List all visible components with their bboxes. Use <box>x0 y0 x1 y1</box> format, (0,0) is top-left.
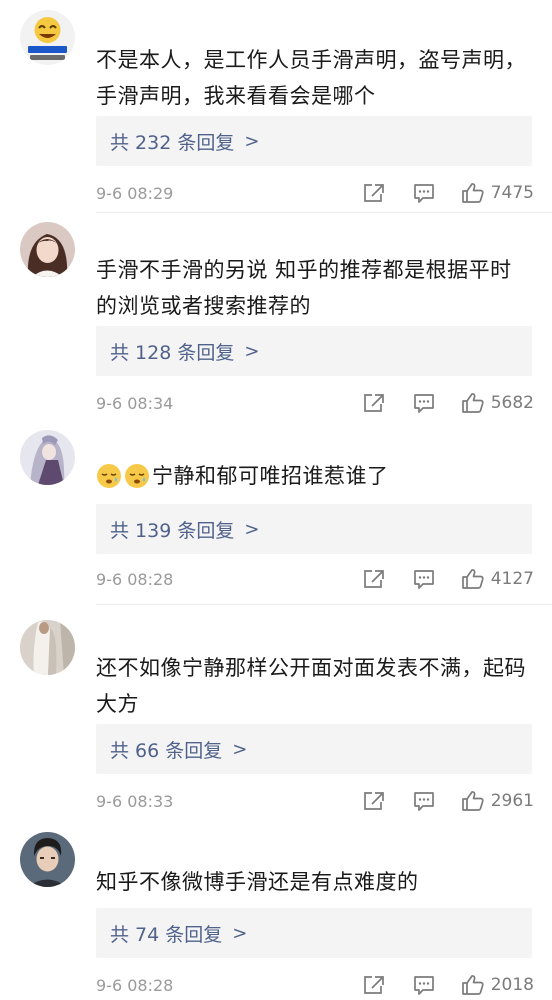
chevron-right-icon: > <box>232 922 248 944</box>
share-button[interactable] <box>363 791 385 811</box>
timestamp: 9-6 08:33 <box>96 791 174 811</box>
share-icon <box>363 792 384 810</box>
thumbs-up-icon <box>461 393 484 413</box>
share-icon <box>363 394 384 412</box>
comment-icon <box>413 975 434 995</box>
timestamp: 9-6 08:29 <box>96 183 174 203</box>
reply-button[interactable] <box>413 183 435 204</box>
comment-icon <box>413 183 434 203</box>
view-replies-button[interactable]: 共 128 条回复 > <box>96 326 532 376</box>
share-button[interactable] <box>363 183 385 203</box>
thumbs-up-icon <box>461 183 484 203</box>
view-replies-button[interactable]: 共 139 条回复 > <box>96 504 532 554</box>
reply-count: 共 139 条回复 <box>110 519 235 542</box>
share-button[interactable] <box>363 393 385 413</box>
divider <box>96 212 552 213</box>
comment-meta: 9-6 08:34 5682 <box>96 390 534 416</box>
like-button[interactable]: 5682 <box>461 392 534 414</box>
comment-icon <box>413 569 434 589</box>
comment-icon <box>413 393 434 413</box>
reply-count: 共 74 条回复 <box>110 923 223 946</box>
share-icon <box>363 976 384 994</box>
comment-text: 还不如像宁静那样公开面对面发表不满，起码大方 <box>96 656 526 716</box>
timestamp: 9-6 08:28 <box>96 975 174 995</box>
comment-meta: 9-6 08:33 2961 <box>96 788 534 814</box>
thumbs-up-icon <box>461 791 484 811</box>
like-count: 5682 <box>490 393 534 413</box>
share-button[interactable] <box>363 569 385 589</box>
like-button[interactable]: 2018 <box>461 974 534 996</box>
avatar-emoji-image <box>20 10 75 65</box>
share-icon <box>363 570 384 588</box>
avatar-photo <box>20 832 75 887</box>
thumbs-up-icon <box>461 975 484 995</box>
view-replies-button[interactable]: 共 74 条回复 > <box>96 908 532 958</box>
comment-text-row: 宁静和郁可唯招谁惹谁了 <box>96 458 528 494</box>
avatar[interactable] <box>20 430 75 485</box>
reply-button[interactable] <box>413 975 435 996</box>
view-replies-button[interactable]: 共 66 条回复 > <box>96 724 532 774</box>
chevron-right-icon: > <box>244 340 260 362</box>
divider <box>96 604 552 605</box>
avatar[interactable] <box>20 832 75 887</box>
timestamp: 9-6 08:34 <box>96 393 174 413</box>
comment-text: 知乎不像微博手滑还是有点难度的 <box>96 870 419 894</box>
reply-button[interactable] <box>413 569 435 590</box>
avatar-photo <box>20 430 75 485</box>
like-button[interactable]: 7475 <box>461 182 534 204</box>
reply-count: 共 128 条回复 <box>110 341 235 364</box>
comment-meta: 9-6 08:28 <box>96 566 534 592</box>
comment-meta: 9-6 08:29 7475 <box>96 180 534 206</box>
share-button[interactable] <box>363 975 385 995</box>
sleepy-face-icon <box>97 464 121 488</box>
reply-count: 共 232 条回复 <box>110 131 235 154</box>
thumbs-up-icon <box>461 569 484 589</box>
like-count: 2018 <box>490 975 534 995</box>
comment-text: 宁静和郁可唯招谁惹谁了 <box>152 464 389 488</box>
avatar[interactable] <box>20 10 75 65</box>
avatar[interactable] <box>20 620 75 675</box>
like-count: 2961 <box>490 791 534 811</box>
timestamp: 9-6 08:28 <box>96 569 174 589</box>
avatar-photo <box>20 222 75 277</box>
chevron-right-icon: > <box>244 130 260 152</box>
chevron-right-icon: > <box>232 738 248 760</box>
avatar[interactable] <box>20 222 75 277</box>
reply-button[interactable] <box>413 393 435 414</box>
like-button[interactable]: 2961 <box>461 790 534 812</box>
comment-meta: 9-6 08:28 <box>96 972 534 998</box>
comment-icon <box>413 791 434 811</box>
share-icon <box>363 184 384 202</box>
like-count: 4127 <box>490 569 534 589</box>
chevron-right-icon: > <box>244 518 260 540</box>
sleepy-face-icon <box>125 464 149 488</box>
comment-text: 不是本人，是工作人员手滑声明，盗号声明，手滑声明，我来看看会是哪个 <box>96 48 526 108</box>
avatar-photo <box>20 620 75 675</box>
like-button[interactable]: 4127 <box>461 568 534 590</box>
comment-text: 手滑不手滑的另说 知乎的推荐都是根据平时的浏览或者搜索推荐的 <box>96 258 512 318</box>
reply-count: 共 66 条回复 <box>110 739 223 762</box>
view-replies-button[interactable]: 共 232 条回复 > <box>96 116 532 166</box>
like-count: 7475 <box>490 183 534 203</box>
comment-list: 不是本人，是工作人员手滑声明，盗号声明，手滑声明，我来看看会是哪个 共 232 … <box>0 0 552 1000</box>
reply-button[interactable] <box>413 791 435 812</box>
